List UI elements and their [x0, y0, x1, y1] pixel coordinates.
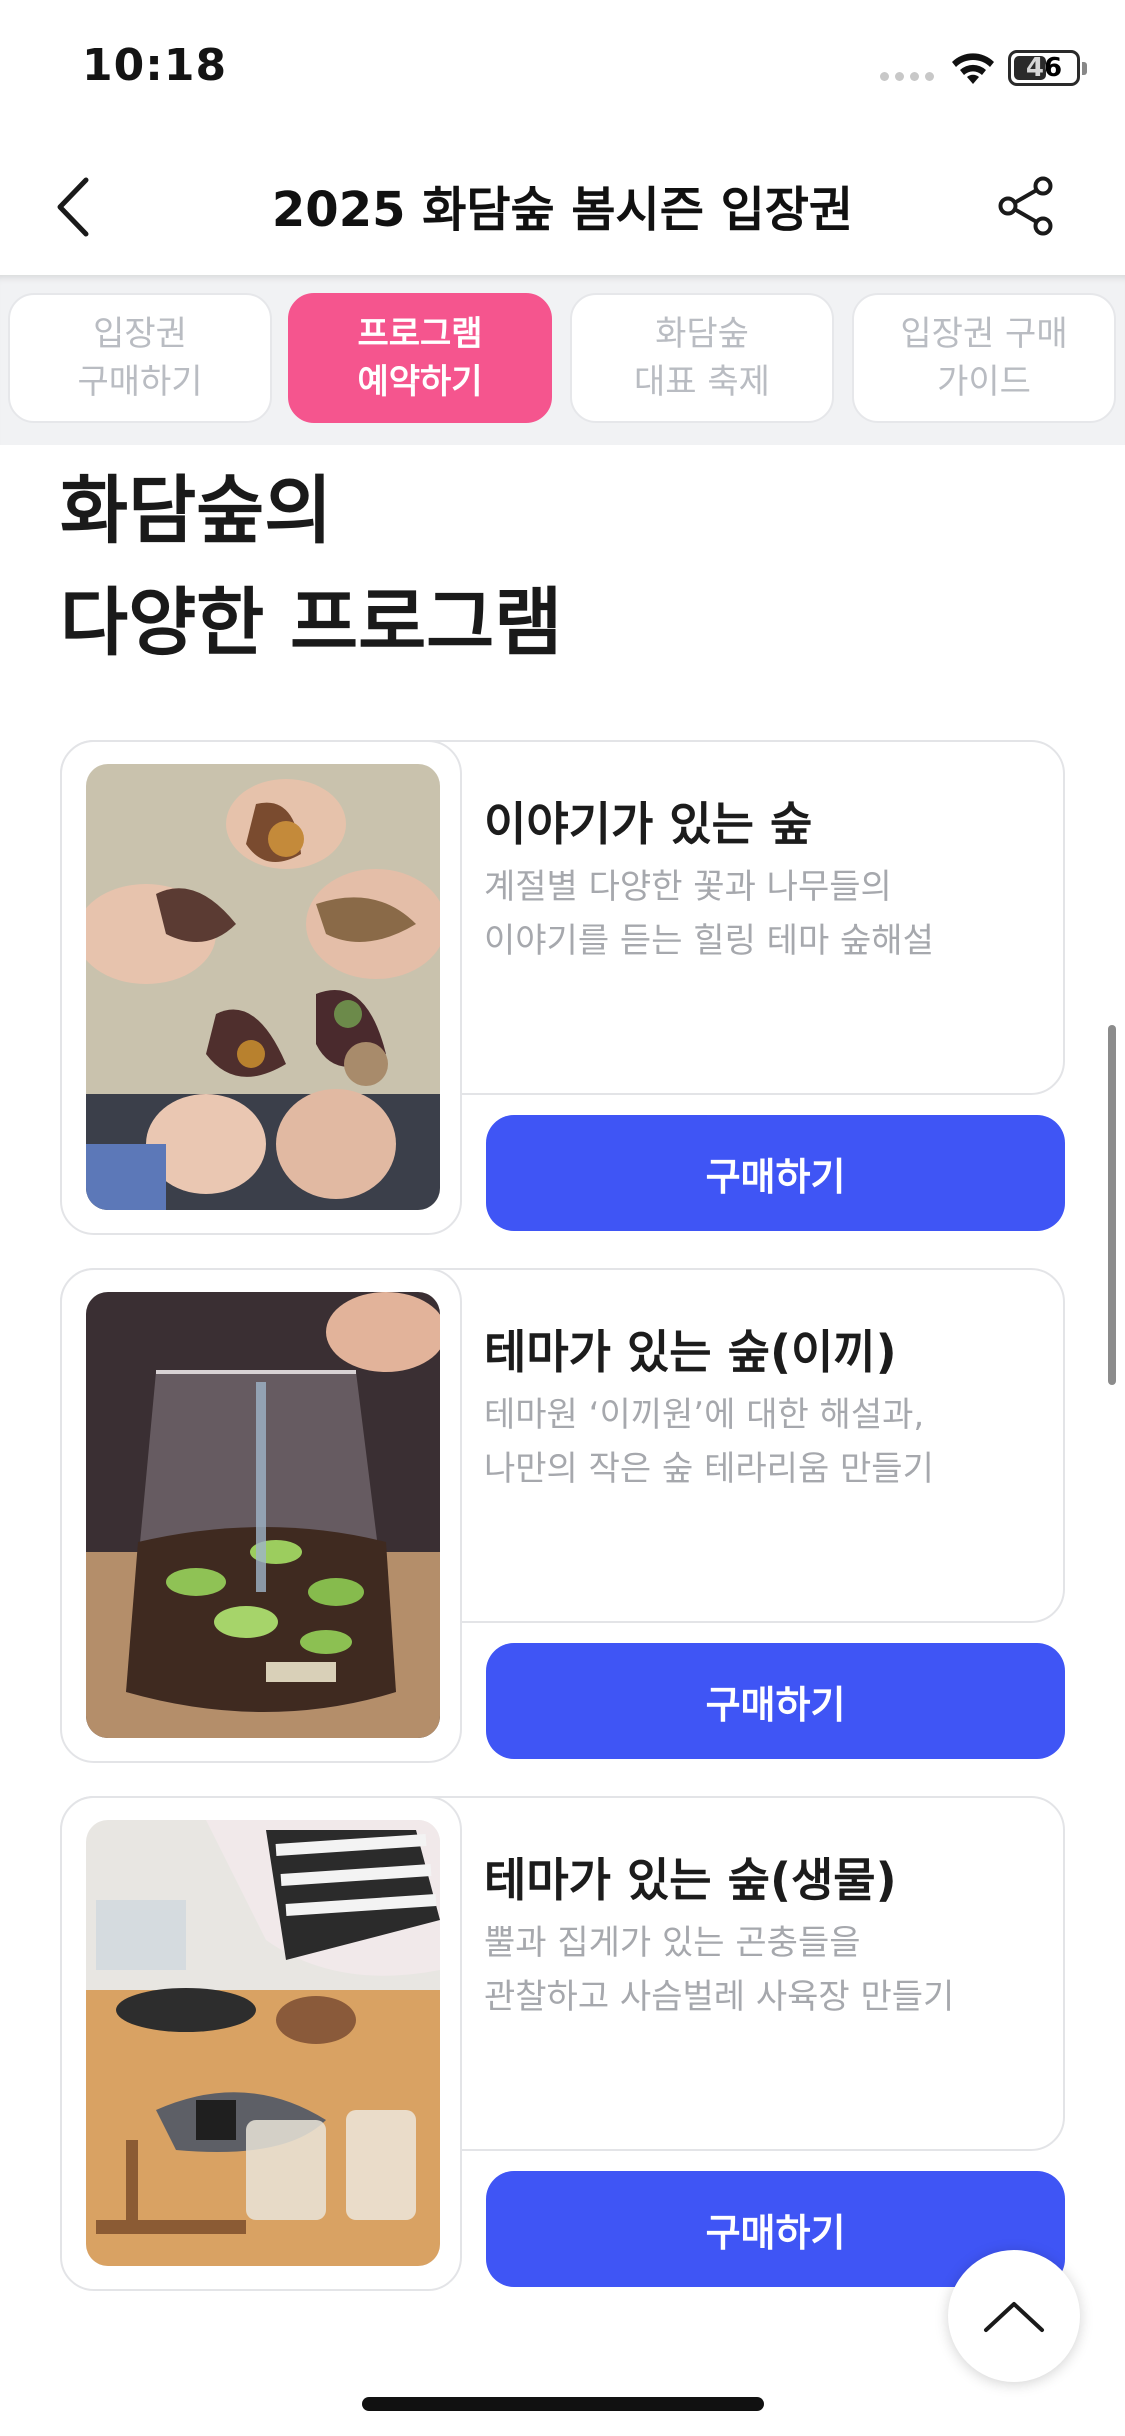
tab-program-reservation[interactable]: 프로그램 예약하기 — [288, 293, 552, 423]
home-indicator — [362, 2397, 764, 2411]
chevron-up-icon — [984, 2302, 1044, 2332]
program-description: 테마원 ‘이끼원’에 대한 해설과, 나만의 작은 숲 테라리움 만들기 — [484, 1395, 934, 1489]
page-title: 2025 화담숲 봄시즌 입장권 — [271, 182, 854, 238]
photo-frame — [60, 1796, 462, 2291]
program-title: 이야기가 있는 숲 — [484, 797, 813, 851]
program-title: 테마가 있는 숲(이끼) — [484, 1325, 897, 1379]
tab-bar: 입장권 구매하기 프로그램 예약하기 화담숲 대표 축제 입장권 구매 가이드 — [0, 275, 1125, 445]
battery-icon: 46 — [1008, 50, 1080, 86]
program-photo-insects — [86, 1820, 440, 2266]
buy-button[interactable]: 구매하기 — [486, 1115, 1065, 1231]
program-description: 뿔과 집게가 있는 곤충들을 관찰하고 사슴벌레 사육장 만들기 — [484, 1923, 955, 2017]
share-button[interactable] — [990, 170, 1062, 242]
status-bar: 10:18 46 — [0, 0, 1125, 140]
signal-dots-icon — [880, 72, 934, 81]
photo-frame — [60, 1268, 462, 1763]
header: 2025 화담숲 봄시즌 입장권 — [0, 140, 1125, 275]
status-time: 10:18 — [82, 40, 228, 91]
share-icon — [998, 176, 1053, 236]
battery-percent: 46 — [1025, 53, 1063, 83]
scroll-indicator[interactable] — [1108, 1025, 1116, 1385]
program-title: 테마가 있는 숲(생물) — [484, 1853, 897, 1907]
buy-button[interactable]: 구매하기 — [486, 1643, 1065, 1759]
section-heading: 화담숲의 다양한 프로그램 — [60, 468, 563, 666]
tab-festival[interactable]: 화담숲 대표 축제 — [570, 293, 834, 423]
scroll-to-top-button[interactable] — [948, 2250, 1080, 2382]
program-description: 계절별 다양한 꽃과 나무들의 이야기를 듣는 힐링 테마 숲해설 — [484, 867, 934, 961]
tab-ticket-purchase[interactable]: 입장권 구매하기 — [8, 293, 272, 423]
tab-purchase-guide[interactable]: 입장권 구매 가이드 — [852, 293, 1116, 423]
wifi-icon — [952, 53, 994, 84]
program-photo-leaves — [86, 764, 440, 1210]
program-photo-terrarium — [86, 1292, 440, 1738]
photo-frame — [60, 740, 462, 1235]
